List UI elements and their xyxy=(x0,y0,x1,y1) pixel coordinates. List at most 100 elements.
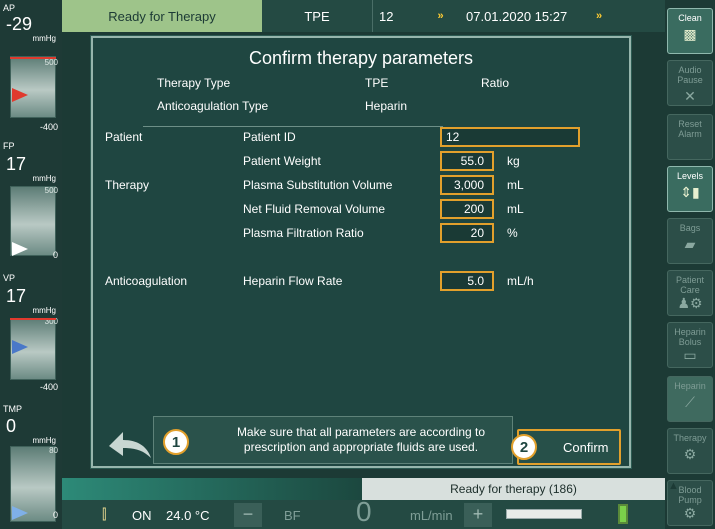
heparin-icon: ⟋ xyxy=(685,394,695,410)
vp-gauge[interactable]: VP 17 mmHg 300 -400 xyxy=(0,270,62,398)
therapy-mode: TPE xyxy=(304,8,330,24)
step-1-badge: 1 xyxy=(163,429,189,455)
heparin-rate-field[interactable]: 5.0 xyxy=(440,271,494,291)
audio-pause-label: Audio Pause xyxy=(677,65,703,85)
plasma-sub-field[interactable]: 3,000 xyxy=(440,175,494,195)
pressure-column: AP -29 mmHg 500 -400 FP 17 mmHg 500 0 VP… xyxy=(0,0,62,529)
plasma-ratio-unit: % xyxy=(507,226,518,240)
patient-id-field[interactable]: 12 xyxy=(440,127,580,147)
fp-gauge[interactable]: FP 17 mmHg 500 0 xyxy=(0,138,62,260)
vp-unit: mmHg xyxy=(32,306,56,315)
status-message-text: Ready for therapy (186) xyxy=(450,482,577,496)
patient-care-button[interactable]: Patient Care ♟⚙ xyxy=(667,270,713,316)
audio-pause-icon: ✕ xyxy=(684,88,696,104)
ap-alarm-line xyxy=(10,57,56,59)
ap-value: -29 xyxy=(6,14,33,34)
bags-button[interactable]: Bags ▰ xyxy=(667,218,713,264)
therapy-type-value: TPE xyxy=(365,76,389,90)
bags-icon: ▰ xyxy=(684,236,696,252)
status-message: ▲ Ready for therapy (186) xyxy=(362,478,679,500)
bf-unit: mL/min xyxy=(410,508,453,523)
net-fluid-field[interactable]: 200 xyxy=(440,199,494,219)
clean-label: Clean xyxy=(678,13,702,23)
patient-care-icon: ♟⚙ xyxy=(677,295,703,311)
chevron-up-icon[interactable]: ▲ xyxy=(668,480,679,492)
bf-label: BF xyxy=(284,508,301,523)
heater-on-label: ON xyxy=(132,508,152,523)
syringe-icon xyxy=(506,509,582,519)
tmp-unit: mmHg xyxy=(32,436,56,445)
reset-alarm-button[interactable]: Reset Alarm xyxy=(667,114,713,160)
increase-bf-button[interactable]: + xyxy=(464,503,492,527)
fp-pointer-icon xyxy=(12,242,28,256)
step-2-badge: 2 xyxy=(511,434,537,460)
heparin-bolus-label: Heparin Bolus xyxy=(674,327,706,347)
fp-value: 17 xyxy=(6,154,27,174)
heparin-button[interactable]: Heparin ⟋ xyxy=(667,376,713,422)
therapy-type-label: Therapy Type xyxy=(157,76,231,90)
audio-pause-button[interactable]: Audio Pause ✕ xyxy=(667,60,713,106)
back-arrow-icon[interactable] xyxy=(105,426,155,460)
patient-number[interactable]: 12 » xyxy=(372,0,452,32)
bag-level-icon xyxy=(618,504,628,524)
heparin-rate-label: Heparin Flow Rate xyxy=(243,274,343,288)
patient-weight-field[interactable]: 55.0 xyxy=(440,151,494,171)
vp-value: 17 xyxy=(6,286,27,306)
fp-label: FP xyxy=(3,141,15,151)
levels-button[interactable]: Levels ⇕▮ xyxy=(667,166,713,212)
heparin-bolus-icon: ▭ xyxy=(683,347,697,363)
clean-button[interactable]: Clean ▩ xyxy=(667,8,713,54)
fp-unit: mmHg xyxy=(32,174,56,183)
dialog-title: Confirm therapy parameters xyxy=(248,48,474,68)
fp-scale-top: 500 xyxy=(44,186,58,195)
plasma-ratio-field[interactable]: 20 xyxy=(440,223,494,243)
levels-label: Levels xyxy=(676,171,703,181)
clean-icon: ▩ xyxy=(683,26,697,42)
tmp-scale-bottom: 0 xyxy=(52,510,58,520)
section-therapy: Therapy xyxy=(105,178,150,192)
confirm-parameters-dialog: Confirm therapy parameters Therapy Type … xyxy=(91,36,631,468)
fp-scale-bottom: 0 xyxy=(52,250,58,260)
therapy-button[interactable]: Therapy ⚙ xyxy=(667,428,713,474)
tmp-label: TMP xyxy=(3,404,22,414)
heparin-rate-unit: mL/h xyxy=(507,274,534,288)
anticoag-type-value: Heparin xyxy=(365,99,408,113)
ap-gauge[interactable]: AP -29 mmHg 500 -400 xyxy=(0,0,62,132)
section-anticoag: Anticoagulation xyxy=(105,274,188,288)
therapy-type-extra: Ratio xyxy=(481,76,510,90)
plasma-sub-label: Plasma Substitution Volume xyxy=(243,178,393,192)
top-status-bar: Ready for Therapy TPE 12 » 07.01.2020 15… xyxy=(62,0,665,32)
therapy-label: Therapy xyxy=(673,433,707,443)
date-time: 07.01.2020 15:27 xyxy=(466,8,568,24)
ap-scale-top: 500 xyxy=(44,58,58,67)
tmp-gauge[interactable]: TMP 0 mmHg 80 0 xyxy=(0,402,62,529)
plasma-ratio-label: Plasma Filtration Ratio xyxy=(243,226,364,240)
section-patient: Patient xyxy=(105,130,143,144)
patient-care-label: Patient Care xyxy=(675,275,705,295)
ap-unit: mmHg xyxy=(32,34,56,43)
temperature-value: 24.0 °C xyxy=(166,508,210,523)
bottom-control-bar: ⫿ ON 24.0 °C − BF 0 mL/min + xyxy=(62,496,665,529)
expand-arrow-icon[interactable]: » xyxy=(596,10,602,22)
action-column: Clean ▩ Audio Pause ✕ Reset Alarm Levels… xyxy=(665,0,715,529)
heparin-bolus-button[interactable]: Heparin Bolus ▭ xyxy=(667,322,713,368)
patient-id-label: Patient ID xyxy=(243,130,296,144)
expand-arrow-icon: » xyxy=(437,10,444,22)
decrease-bf-button[interactable]: − xyxy=(234,503,262,527)
vp-label: VP xyxy=(3,273,16,283)
thermometer-icon: ⫿ xyxy=(102,506,107,522)
plasma-sub-unit: mL xyxy=(507,178,524,192)
therapy-icon: ⚙ xyxy=(683,446,697,462)
ap-pointer-icon xyxy=(12,88,28,102)
anticoag-type-label: Anticoagulation Type xyxy=(157,99,269,113)
confirm-label: Confirm xyxy=(563,439,609,455)
ap-label: AP xyxy=(3,3,16,13)
bags-label: Bags xyxy=(679,223,701,233)
vp-alarm-line xyxy=(10,318,56,320)
ap-scale-bottom: -400 xyxy=(39,122,58,132)
heparin-label: Heparin xyxy=(674,381,706,391)
therapy-status: Ready for Therapy xyxy=(62,0,262,32)
patient-number-value: 12 xyxy=(379,8,394,24)
tmp-pointer-icon xyxy=(12,506,28,520)
net-fluid-label: Net Fluid Removal Volume xyxy=(243,202,386,216)
